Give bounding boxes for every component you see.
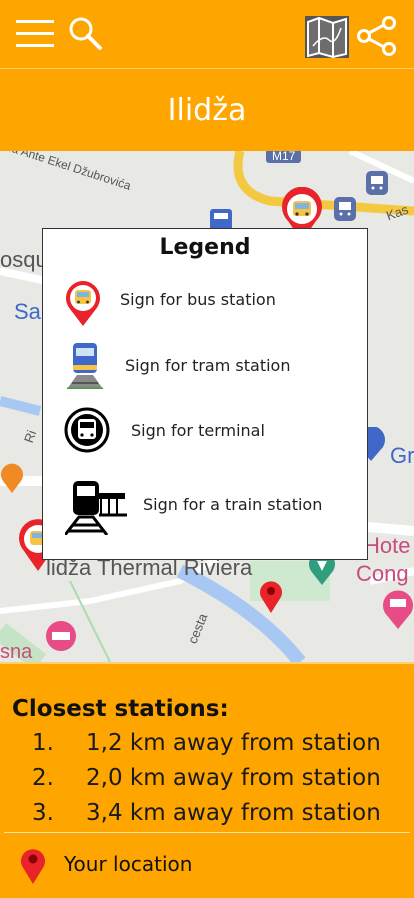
map-label-sa: Sa bbox=[14, 299, 41, 324]
legend-title: Legend bbox=[159, 235, 251, 260]
legend-label-tram: Sign for tram station bbox=[125, 356, 291, 375]
legend-label-terminal: Sign for terminal bbox=[131, 421, 265, 440]
legend-row-tram: Sign for tram station bbox=[43, 341, 367, 391]
map-label-sna: sna bbox=[0, 641, 33, 662]
station-number: 3. bbox=[32, 800, 54, 826]
map-label-osqu: osqu bbox=[0, 247, 48, 272]
map-label-cong: Cong bbox=[356, 561, 409, 586]
page-title: Ilidža bbox=[167, 92, 247, 128]
terminal-icon bbox=[64, 407, 110, 453]
map-icon[interactable] bbox=[305, 16, 349, 58]
your-location-label: Your location bbox=[64, 852, 193, 876]
map-label-gr: Gr bbox=[390, 443, 414, 468]
restaurant-marker[interactable] bbox=[0, 463, 24, 493]
legend-label-train: Sign for a train station bbox=[143, 495, 323, 514]
share-icon[interactable] bbox=[356, 15, 398, 57]
search-icon[interactable] bbox=[68, 16, 104, 52]
current-location-pin[interactable] bbox=[259, 579, 283, 613]
train-icon bbox=[63, 479, 129, 536]
station-distance: 3,4 km away from station bbox=[86, 800, 381, 826]
closest-stations-panel: Closest stations: 1. 1,2 km away from st… bbox=[0, 662, 414, 898]
tram-icon bbox=[63, 343, 107, 391]
divider bbox=[4, 832, 410, 833]
hotel-marker[interactable] bbox=[382, 589, 414, 629]
hotel-marker-left[interactable] bbox=[42, 621, 80, 651]
map-label-road-m17: M17 bbox=[266, 151, 302, 163]
legend-label-bus: Sign for bus station bbox=[120, 290, 276, 309]
hamburger-menu-icon[interactable] bbox=[16, 18, 56, 50]
legend-panel: Legend Sign for bus station Sign for tra… bbox=[42, 228, 368, 560]
station-distance: 2,0 km away from station bbox=[86, 765, 381, 791]
map-label-hote: Hote bbox=[364, 533, 411, 558]
transit-marker-2[interactable] bbox=[366, 171, 388, 197]
station-distance: 1,2 km away from station bbox=[86, 730, 381, 756]
closest-stations-title: Closest stations: bbox=[12, 696, 229, 722]
bus-station-pin-icon bbox=[63, 279, 103, 327]
transit-marker-1[interactable] bbox=[334, 197, 356, 223]
top-bar bbox=[0, 0, 414, 69]
station-number: 2. bbox=[32, 765, 54, 791]
your-location-row[interactable]: Your location bbox=[0, 836, 414, 896]
station-number: 1. bbox=[32, 730, 54, 756]
legend-row-bus: Sign for bus station bbox=[43, 277, 367, 327]
location-pin-icon bbox=[20, 846, 46, 884]
legend-row-terminal: Sign for terminal bbox=[43, 405, 367, 455]
legend-row-train: Sign for a train station bbox=[43, 477, 367, 537]
